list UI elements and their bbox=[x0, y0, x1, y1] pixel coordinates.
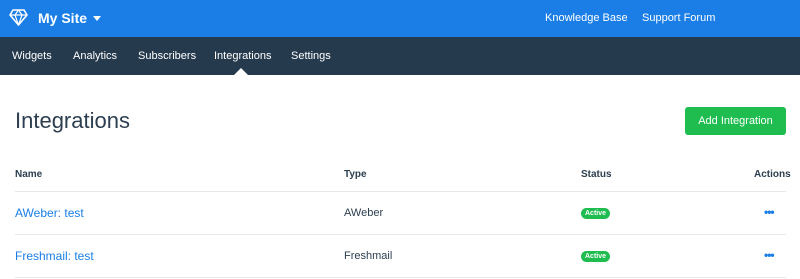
integration-name-link[interactable]: AWeber: test bbox=[15, 206, 84, 220]
support-forum-link[interactable]: Support Forum bbox=[642, 11, 715, 25]
site-switcher[interactable]: My Site bbox=[38, 10, 102, 26]
page-title: Integrations bbox=[15, 108, 130, 133]
nav-subscribers[interactable]: Subscribers bbox=[138, 50, 196, 63]
table-divider bbox=[15, 277, 786, 278]
top-bar: My Site Knowledge Base Support Forum bbox=[0, 0, 800, 37]
active-nav-indicator bbox=[234, 68, 248, 75]
integration-name-link[interactable]: Freshmail: test bbox=[15, 249, 94, 263]
more-horizontal-icon[interactable]: ••• bbox=[764, 206, 775, 218]
column-header-name: Name bbox=[15, 169, 43, 180]
status-badge: Active bbox=[581, 208, 611, 219]
site-name: My Site bbox=[38, 10, 88, 26]
nav-integrations[interactable]: Integrations bbox=[214, 50, 271, 63]
nav-widgets[interactable]: Widgets bbox=[12, 50, 52, 63]
caret-down-icon bbox=[93, 15, 102, 21]
diamond-logo-icon[interactable] bbox=[9, 9, 28, 26]
add-integration-button[interactable]: Add Integration bbox=[685, 107, 786, 135]
knowledge-base-link[interactable]: Knowledge Base bbox=[545, 11, 628, 25]
table-divider bbox=[15, 191, 786, 192]
more-horizontal-icon[interactable]: ••• bbox=[764, 249, 775, 261]
nav-analytics[interactable]: Analytics bbox=[73, 50, 117, 63]
column-header-status: Status bbox=[581, 169, 612, 180]
column-header-type: Type bbox=[344, 169, 367, 180]
table-divider bbox=[15, 234, 786, 235]
integration-type: AWeber bbox=[344, 207, 384, 219]
status-badge: Active bbox=[581, 251, 611, 262]
integration-type: Freshmail bbox=[344, 250, 393, 262]
main-nav: Widgets Analytics Subscribers Integratio… bbox=[0, 37, 800, 75]
nav-settings[interactable]: Settings bbox=[291, 50, 331, 63]
column-header-actions: Actions bbox=[754, 169, 791, 180]
